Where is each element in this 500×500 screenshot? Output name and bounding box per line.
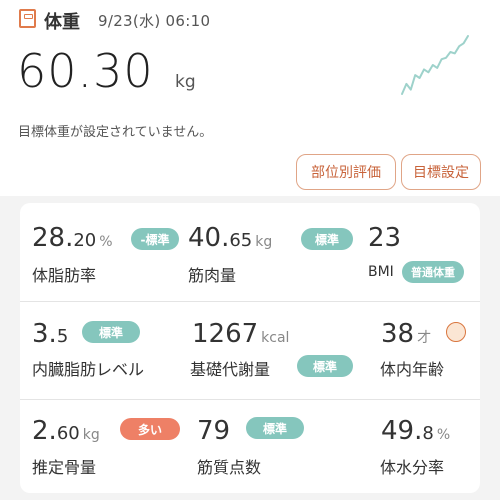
body-age-label: 体内年齢 [380, 360, 445, 379]
row-divider [20, 399, 480, 400]
body-age-value: 38 才 [381, 319, 432, 349]
body-water-label: 体水分率 [380, 458, 445, 477]
bone-mass-status-badge: 多い [120, 418, 180, 440]
bmi-value: 23 [368, 223, 402, 253]
bone-mass-label: 推定骨量 [32, 458, 97, 477]
weight-unit: kg [175, 72, 196, 92]
face-icon [446, 322, 466, 342]
row-divider [20, 301, 480, 302]
muscle-quality-status-badge: 標準 [246, 417, 304, 439]
muscle-quality-value: 79 [197, 416, 231, 446]
bmr-label: 基礎代謝量 [190, 360, 271, 379]
goal-not-set-message: 目標体重が設定されていません。 [18, 125, 213, 140]
trend-sparkline[interactable] [398, 32, 472, 98]
bmi-status-badge: 普通体重 [402, 261, 464, 283]
body-fat-value: 28.20% [32, 223, 113, 253]
bone-mass-value: 2.60 kg [32, 416, 100, 446]
body-fat-label: 体脂肪率 [32, 266, 97, 285]
part-evaluation-button[interactable]: 部位別評価 [296, 154, 396, 190]
body-water-value: 49.8% [381, 416, 451, 446]
goal-setting-button[interactable]: 目標設定 [401, 154, 481, 190]
bmi-label: BMI [368, 264, 394, 280]
page-title: 体重 [44, 12, 80, 33]
muscle-mass-value: 40.65 kg [188, 223, 273, 253]
scale-icon [19, 9, 36, 28]
muscle-mass-label: 筋肉量 [188, 266, 237, 285]
muscle-mass-status-badge: 標準 [301, 228, 353, 250]
body-fat-status-badge: -標準 [131, 228, 179, 250]
bmr-status-badge: 標準 [297, 355, 353, 377]
visceral-fat-status-badge: 標準 [82, 321, 140, 343]
weight-summary-panel: 体重 9/23(水) 06:10 60.30 kg 目標体重が設定されていません… [0, 0, 500, 196]
bmr-value: 1267 kcal [192, 319, 290, 349]
trend-line [401, 35, 469, 95]
weight-value: 60.30 [17, 44, 154, 98]
measurement-datetime: 9/23(水) 06:10 [98, 12, 211, 30]
muscle-quality-label: 筋質点数 [197, 458, 262, 477]
visceral-fat-value: 3.5 [32, 319, 69, 349]
visceral-fat-label: 内臓脂肪レベル [32, 360, 145, 379]
body-composition-card: 28.20% -標準 体脂肪率 40.65 kg 標準 筋肉量 23 BMI 普通… [20, 203, 480, 493]
